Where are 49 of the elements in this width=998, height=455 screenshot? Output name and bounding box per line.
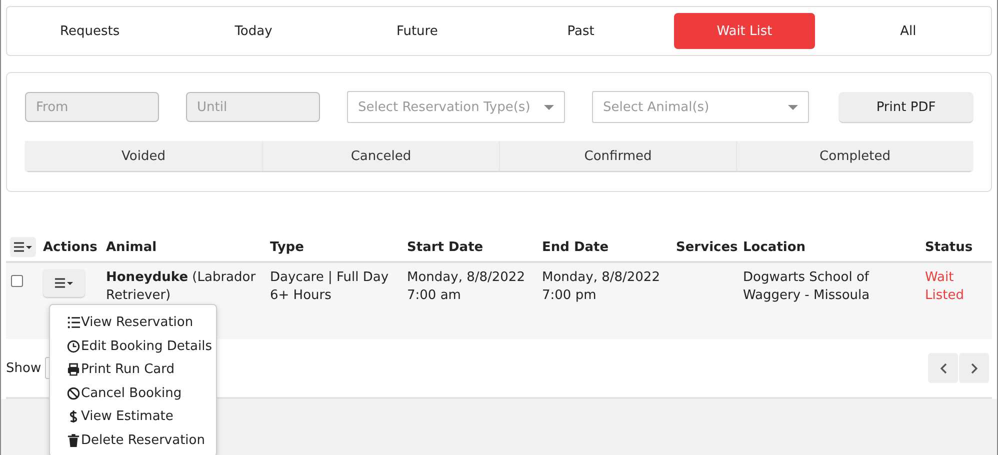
tab[interactable]: Today [182,13,324,49]
animal-cell-text: Honeyduke (Labrador Retriever) [106,269,257,305]
menu-item[interactable]: Delete Reservation [50,428,216,452]
from-date-field[interactable]: From [25,92,159,122]
table-cell-text: Dogwarts School of Waggery - Missoula [743,269,871,305]
tab[interactable]: Requests [19,13,161,49]
column-header: Animal [106,240,158,254]
table-cell-text: Daycare | Full Day 6+ Hours [270,269,390,305]
until-date-field[interactable]: Until [186,92,320,122]
menu-item[interactable]: Edit Booking Details [50,334,216,358]
column-header: Type [270,240,305,254]
dollar-icon [67,410,80,424]
column-header: Services [676,240,739,254]
status-filter-button[interactable]: Completed [736,141,973,171]
column-header: Status [925,240,974,254]
printer-icon [67,363,80,376]
actions-menu-button[interactable] [43,269,85,297]
chevron-left-icon [940,362,946,374]
column-header: End Date [542,240,610,254]
menu-item[interactable]: View Estimate [50,405,216,428]
table-cell-text: Monday, 8/8/2022 7:00 pm [542,269,661,305]
menu-item[interactable]: Print Run Card [50,358,216,382]
tab[interactable]: Wait List [674,13,816,49]
previous-page-button[interactable] [928,353,958,383]
status-filter-button[interactable]: Voided [25,141,262,171]
menu-icon [55,278,73,288]
column-menu-button[interactable] [10,237,36,257]
column-header: Actions [43,240,98,254]
row-checkbox[interactable] [11,275,23,287]
menu-item[interactable]: Cancel Booking [50,382,216,405]
status-text: Wait Listed [925,269,965,305]
table-cell-text: Monday, 8/8/2022 7:00 am [407,269,526,305]
tab[interactable]: Future [346,13,488,49]
status-filter-button[interactable]: Canceled [262,141,499,171]
clock-icon [67,340,80,353]
menu-item[interactable]: View Reservation [50,311,216,334]
column-header: Location [743,240,807,254]
print-pdf-button[interactable]: Print PDF [839,92,973,122]
show-label: Show [6,360,42,376]
prohibited-icon [67,386,80,400]
list-icon [67,316,80,330]
chevron-right-icon [970,362,978,374]
status-filter-button[interactable]: Confirmed [499,141,736,171]
column-header: Start Date [407,240,484,254]
tab[interactable]: Past [510,13,652,49]
menu-icon [14,242,32,252]
tab[interactable]: All [837,13,979,49]
trash-icon [67,434,80,447]
next-page-button[interactable] [959,353,989,383]
